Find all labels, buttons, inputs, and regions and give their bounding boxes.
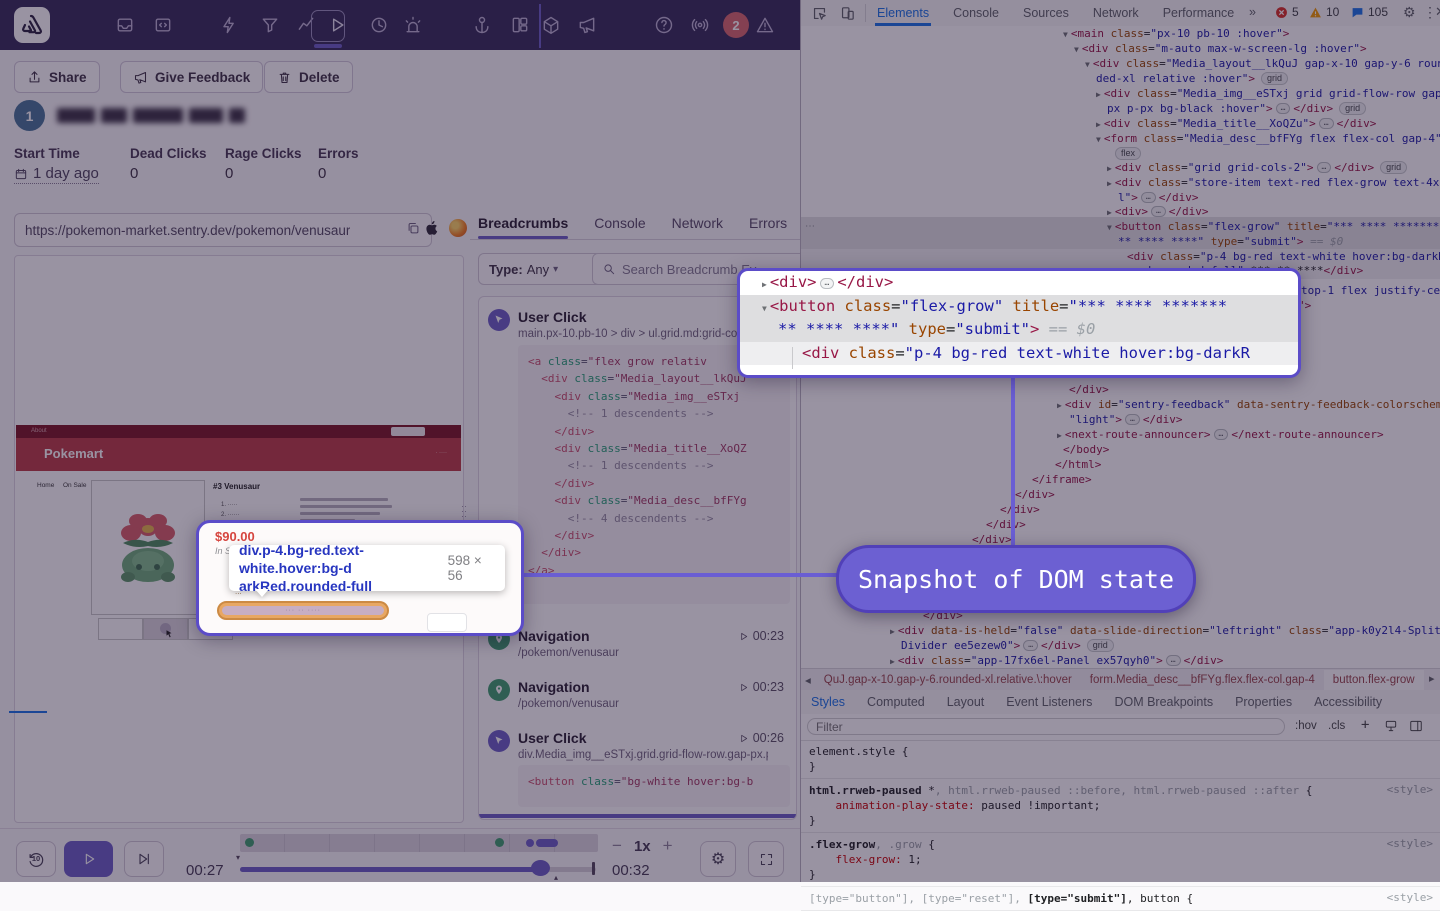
ellipsis-dots: ... [235,587,242,596]
tooltip-arrow [255,589,269,597]
snapshot-callout: Snapshot of DOM state [836,545,1196,613]
preview-zoom-reset-button[interactable] [427,613,467,632]
callout-label: Snapshot of DOM state [858,565,1174,594]
inspect-tooltip: div.p-4.bg-red.text-white.hover:bg-d ark… [229,545,505,591]
highlighted-element[interactable]: ··· ·· ···· [217,601,389,620]
dom-popup-row[interactable]: ▶<div>…</div> [740,271,1298,295]
dom-popup-row[interactable]: ** **** ****" type="submit"> == $0 [740,318,1298,342]
callout-connector-horizontal [516,573,846,577]
element-dimensions: 598 × 56 [448,553,505,583]
masked-button-text: ··· ·· ···· [222,606,384,615]
inspected-selector: div.p-4.bg-red.text-white.hover:bg-d [239,541,448,577]
dom-snapshot-popup: ▶<div>…</div>▼<button class="flex-grow" … [737,268,1301,378]
style-source-link[interactable]: <style> [1387,891,1433,904]
inspected-selector: arkRed.rounded-full [239,577,448,595]
dom-popup-row[interactable]: <div class="p-4 bg-red text-white hover:… [740,342,1298,366]
style-rule[interactable]: [type="button"], [type="reset"], [type="… [801,887,1440,911]
dim-overlay [0,0,1440,882]
indent-guide [792,347,793,369]
callout-connector-vertical [1011,370,1015,550]
dom-popup-row[interactable]: ▼<button class="flex-grow" title="*** **… [740,295,1298,319]
replay-spotlight-popup: $90.00 In Stock div.p-4.bg-red.text-whit… [196,520,524,636]
